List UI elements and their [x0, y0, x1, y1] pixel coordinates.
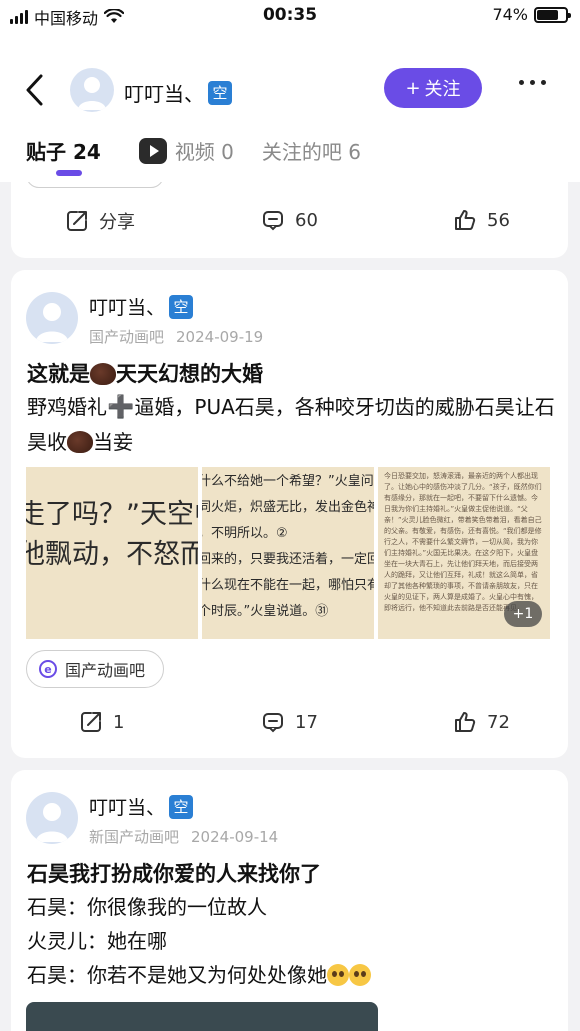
avatar[interactable] [26, 292, 78, 344]
post-title: 这就是 天天幻想的大婚 [27, 362, 263, 386]
more-images-badge: +1 [504, 601, 542, 627]
post-date: 2024-09-19 [176, 328, 264, 346]
user-badge: 空 [208, 80, 232, 105]
user-badge: 空 [169, 294, 194, 319]
post-meta: 新国产动画吧 2024-09-14 [89, 826, 278, 847]
post-card[interactable]: 叮叮当、 空 新国产动画吧 2024-09-14 石昊我打扮成你爱的人来找你了 石… [11, 770, 568, 1031]
tab-followed-forums[interactable]: 关注的吧 6 [262, 136, 361, 165]
author-name: 叮叮当、 [89, 797, 166, 819]
forum-logo-icon: e [39, 660, 57, 678]
post-title: 石昊我打扮成你爱的人来找你了 [27, 862, 321, 886]
share-icon [67, 211, 87, 231]
tab-posts[interactable]: 贴子 24 [26, 136, 101, 165]
thumbs-up-icon [455, 210, 476, 230]
battery-percent: 74% [492, 5, 528, 24]
post-video-thumbnail[interactable] [26, 1002, 378, 1031]
back-chevron-icon[interactable] [24, 72, 46, 108]
more-options-icon[interactable] [519, 80, 546, 85]
thumbs-up-icon [455, 712, 476, 732]
post-card[interactable]: 叮叮当、 空 国产动画吧 2024-09-19 这就是 天天幻想的大婚 野鸡婚礼➕逼… [11, 270, 568, 758]
turkey-emoji-icon [67, 431, 93, 453]
post-image[interactable]: 今日恐要交加，怒涛滚涌，最亲近的两个人都出现了。让她心中的感伤冲淡了几分。“孩子… [378, 467, 550, 639]
share-button[interactable]: 分享 [65, 208, 135, 234]
share-button[interactable]: 1 [79, 710, 124, 734]
post-body: 石昊：你很像我的一位故人 火灵儿：她在哪 石昊：你若不是她又为何处处像她 [27, 890, 557, 992]
like-button[interactable]: 72 [453, 710, 510, 734]
post-body: 野鸡婚礼➕逼婚，PUA石昊，各种咬牙切齿的威胁石昊让石昊收 当妾 [27, 390, 557, 459]
pleading-face-emoji-icon [349, 964, 371, 986]
post-meta: 国产动画吧 2024-09-19 [89, 326, 263, 347]
tab-videos[interactable]: 视频 0 [138, 136, 234, 165]
forum-chip[interactable] [26, 182, 164, 188]
battery-icon [534, 6, 571, 23]
post-date: 2024-09-14 [191, 828, 279, 846]
pleading-face-emoji-icon [327, 964, 349, 986]
follow-button[interactable]: + 关注 [384, 68, 482, 108]
post-author[interactable]: 叮叮当、 空 新国产动画吧 2024-09-14 [26, 792, 278, 846]
comment-button[interactable]: 17 [261, 710, 318, 734]
author-name: 叮叮当、 [89, 297, 166, 319]
forum-name: 国产动画吧 [89, 328, 165, 346]
status-bar: 中国移动 00:35 74% [0, 0, 580, 30]
comment-icon [263, 211, 283, 231]
user-badge: 空 [169, 794, 194, 819]
comment-button[interactable]: 60 [261, 208, 318, 232]
video-tv-icon [138, 137, 167, 164]
active-tab-indicator [56, 170, 82, 176]
plus-icon: + [405, 77, 421, 99]
plus-emoji-icon: ➕ [107, 395, 135, 420]
comment-icon [263, 713, 283, 733]
avatar[interactable] [26, 792, 78, 844]
forum-chip[interactable]: e 国产动画吧 [26, 650, 165, 688]
post-actions: 1 17 72 [11, 702, 568, 742]
turkey-emoji-icon [90, 363, 116, 385]
avatar[interactable] [70, 68, 114, 112]
user-name[interactable]: 叮叮当、 空 [124, 78, 232, 107]
post-author[interactable]: 叮叮当、 空 国产动画吧 2024-09-19 [26, 292, 263, 346]
forum-name: 新国产动画吧 [89, 828, 180, 846]
share-icon [81, 712, 101, 732]
profile-header: 叮叮当、 空 + 关注 贴子 24 视频 0 关注的吧 6 [0, 30, 580, 182]
post-actions: 分享 60 56 [11, 200, 568, 240]
post-card: 分享 60 56 [11, 182, 568, 258]
post-image[interactable]: 走了吗？”天空中 他飘动，不怒而 [26, 467, 198, 639]
like-button[interactable]: 56 [453, 208, 510, 232]
tab-bar: 贴子 24 视频 0 关注的吧 6 [26, 136, 361, 165]
image-grid: 走了吗？”天空中 他飘动，不怒而 什么不给她一个希望？”火皇问 同火炬，炽盛无比… [26, 467, 550, 639]
post-image[interactable]: 什么不给她一个希望？”火皇问 同火炬，炽盛无比，发出金色神光 ，不明所以。② 回… [202, 467, 374, 639]
